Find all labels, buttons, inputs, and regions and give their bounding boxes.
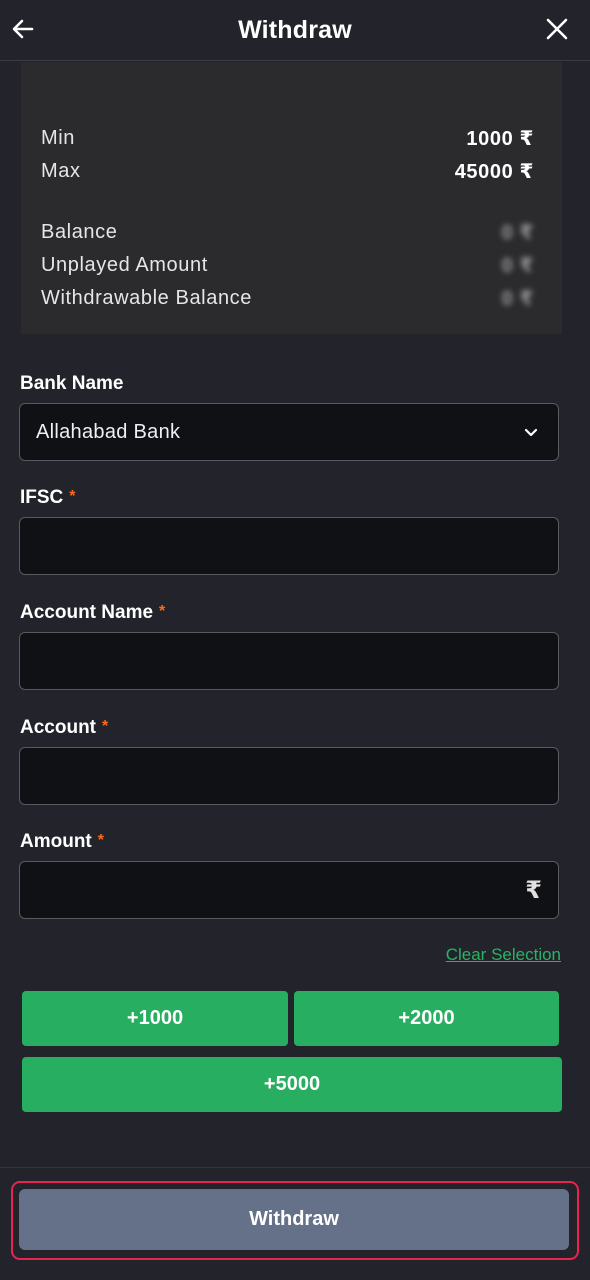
back-button[interactable] xyxy=(10,13,36,45)
required-mark: * xyxy=(69,488,76,505)
add-5000-button[interactable]: +5000 xyxy=(22,1057,562,1112)
bank-name-label: Bank Name xyxy=(20,373,124,394)
footer-divider xyxy=(0,1167,590,1168)
bank-name-value: Allahabad Bank xyxy=(36,421,181,443)
ifsc-label: IFSC * xyxy=(20,487,76,508)
required-mark: * xyxy=(97,832,104,849)
rupee-icon: ₹ xyxy=(525,877,542,904)
min-value: 1000 ₹ xyxy=(466,128,534,150)
balance-row: Balance 0 ₹ xyxy=(41,220,534,245)
unplayed-row: Unplayed Amount 0 ₹ xyxy=(41,253,534,278)
balance-value: 0 ₹ xyxy=(501,222,534,244)
arrow-left-icon xyxy=(12,19,34,39)
close-button[interactable] xyxy=(542,13,572,45)
limits-panel: Min 1000 ₹ Max 45000 ₹ Balance 0 ₹ Unpla… xyxy=(21,62,562,334)
amount-label: Amount * xyxy=(20,831,104,852)
account-input[interactable] xyxy=(19,747,559,805)
max-value: 45000 ₹ xyxy=(454,161,534,183)
account-name-input[interactable] xyxy=(19,632,559,690)
withdrawable-row: Withdrawable Balance 0 ₹ xyxy=(41,286,534,311)
page-title: Withdraw xyxy=(238,15,352,44)
withdrawable-label: Withdrawable Balance xyxy=(41,287,252,309)
close-icon xyxy=(546,18,568,40)
unplayed-label: Unplayed Amount xyxy=(41,254,208,276)
account-label: Account * xyxy=(20,717,109,738)
clear-selection-link[interactable]: Clear Selection xyxy=(446,945,561,965)
unplayed-value: 0 ₹ xyxy=(501,255,534,277)
max-row: Max 45000 ₹ xyxy=(41,159,534,184)
max-label: Max xyxy=(41,160,81,182)
account-name-label: Account Name * xyxy=(20,602,166,623)
chevron-down-icon xyxy=(524,428,538,437)
balance-label: Balance xyxy=(41,221,118,243)
bank-name-select[interactable]: Allahabad Bank xyxy=(19,403,559,461)
ifsc-input[interactable] xyxy=(19,517,559,575)
min-row: Min 1000 ₹ xyxy=(41,126,534,151)
withdraw-button[interactable]: Withdraw xyxy=(19,1189,569,1250)
required-mark: * xyxy=(102,718,109,735)
min-label: Min xyxy=(41,127,76,149)
add-2000-button[interactable]: +2000 xyxy=(294,991,559,1046)
required-mark: * xyxy=(159,603,166,620)
amount-input[interactable]: ₹ xyxy=(19,861,559,919)
add-1000-button[interactable]: +1000 xyxy=(22,991,288,1046)
header: Withdraw xyxy=(0,0,590,61)
withdrawable-value: 0 ₹ xyxy=(501,288,534,310)
